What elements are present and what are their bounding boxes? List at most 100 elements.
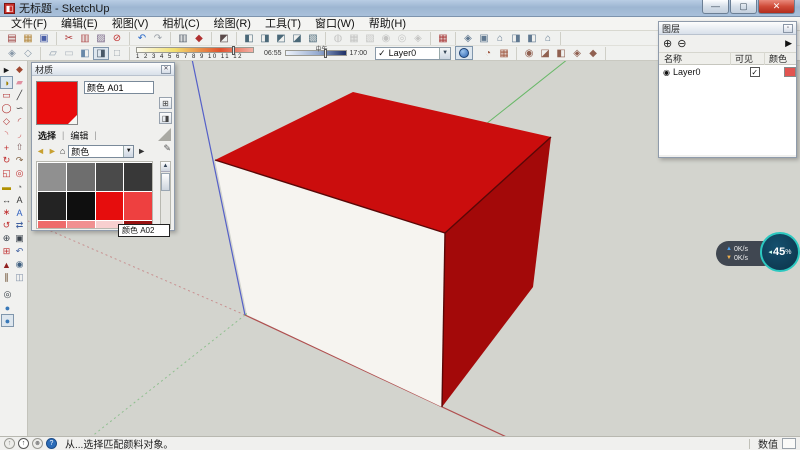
- tab-select[interactable]: 选择: [36, 129, 58, 142]
- camera-top-button[interactable]: ▣: [476, 32, 492, 45]
- circle-tool[interactable]: ◯: [0, 102, 13, 115]
- model-info-button[interactable]: ◆: [191, 32, 207, 45]
- share-component-button[interactable]: ▦: [435, 32, 451, 45]
- zoom-window-tool[interactable]: ▣: [13, 232, 26, 245]
- monochrome-style-button[interactable]: □: [109, 47, 125, 60]
- color-swatch[interactable]: [67, 163, 95, 191]
- add-detail-button[interactable]: ◈: [569, 47, 585, 60]
- hidden-line-style-button[interactable]: ▭: [61, 47, 77, 60]
- geolocation-icon[interactable]: ↑: [4, 438, 15, 449]
- offset-tool[interactable]: ◎: [13, 167, 26, 180]
- material-name-field[interactable]: [84, 81, 154, 94]
- shadow-date-slider[interactable]: 1 2 3 4 5 6 7 8 9 10 11 12: [136, 47, 254, 60]
- walk-tool[interactable]: ∥: [0, 271, 13, 284]
- new-button[interactable]: ▤: [4, 32, 20, 45]
- color-swatch[interactable]: [124, 163, 152, 191]
- redo-button[interactable]: ↷: [150, 32, 166, 45]
- create-material-button[interactable]: ⊞: [159, 97, 172, 109]
- color-swatch[interactable]: [38, 163, 66, 191]
- polygon-tool[interactable]: ◇: [0, 115, 13, 128]
- color-swatch[interactable]: [38, 192, 66, 220]
- 3d-text-tool[interactable]: A: [13, 206, 26, 219]
- xray-style-button[interactable]: ◈: [4, 47, 20, 60]
- color-swatch[interactable]: [96, 192, 124, 220]
- arc-3-tool[interactable]: ◞: [13, 128, 26, 141]
- arc-2-tool[interactable]: ◝: [0, 128, 13, 141]
- rotate-tool[interactable]: ↻: [0, 154, 13, 167]
- erase-button[interactable]: ⊘: [109, 32, 125, 45]
- earth-sphere-tool[interactable]: ●: [1, 301, 14, 314]
- freehand-tool[interactable]: ∽: [13, 102, 26, 115]
- camera-back-button[interactable]: ◧: [524, 32, 540, 45]
- look-around-tool[interactable]: ◉: [13, 258, 26, 271]
- earth-sphere-tool-2[interactable]: ●: [1, 314, 14, 327]
- copy-button[interactable]: ▥: [77, 32, 93, 45]
- eraser-tool[interactable]: ▰: [13, 76, 26, 89]
- help-icon[interactable]: ?: [46, 438, 57, 449]
- remove-layer-button[interactable]: ⊖: [677, 37, 686, 50]
- line-tool[interactable]: ╱: [13, 89, 26, 102]
- camera-front-button[interactable]: ⌂: [492, 32, 508, 45]
- layer-manager-button[interactable]: [455, 46, 473, 60]
- sample-paint-icon[interactable]: ✎: [163, 143, 171, 154]
- push-pull-tool[interactable]: ⇧: [13, 141, 26, 154]
- trim-button[interactable]: ▧: [305, 32, 321, 45]
- select-tool[interactable]: ►: [0, 63, 13, 76]
- camera-left-button[interactable]: ⌂: [540, 32, 556, 45]
- drape-button[interactable]: ◧: [553, 47, 569, 60]
- layers-detail-arrow-icon[interactable]: ▶: [785, 38, 792, 49]
- text-tool[interactable]: A: [13, 193, 26, 206]
- subtract-button[interactable]: ◪: [289, 32, 305, 45]
- color-swatch[interactable]: [124, 192, 152, 220]
- layers-restore-icon[interactable]: ▫: [783, 24, 793, 33]
- print-button[interactable]: ▥: [175, 32, 191, 45]
- maximize-button[interactable]: ▢: [730, 0, 757, 14]
- scroll-up-icon[interactable]: ▲: [161, 162, 170, 172]
- layer-visible-checkbox[interactable]: ✓: [750, 67, 760, 77]
- pan-tool[interactable]: ⇄: [13, 219, 26, 232]
- collection-dropdown[interactable]: 颜色 ▼: [68, 145, 134, 158]
- measurement-input[interactable]: [782, 438, 796, 449]
- axes-tool[interactable]: ∗: [0, 206, 13, 219]
- date-slider-handle[interactable]: [232, 46, 235, 55]
- menu-file[interactable]: 文件(F): [4, 17, 54, 31]
- union-button[interactable]: ◩: [273, 32, 289, 45]
- layer-row[interactable]: ◉Layer0✓: [659, 65, 796, 79]
- camera-iso-button[interactable]: ◈: [460, 32, 476, 45]
- paste-button[interactable]: ▨: [93, 32, 109, 45]
- orbit-tool[interactable]: ↺: [0, 219, 13, 232]
- outer-shell-button[interactable]: ◧: [241, 32, 257, 45]
- intersect-button[interactable]: ◨: [257, 32, 273, 45]
- secondary-pane-button[interactable]: ◨: [159, 112, 172, 124]
- color-swatch[interactable]: [96, 163, 124, 191]
- cut-button[interactable]: ✂: [61, 32, 77, 45]
- paint-bucket-tool[interactable]: ◑: [0, 76, 13, 89]
- section-plane-tool[interactable]: ◫: [13, 271, 26, 284]
- open-button[interactable]: ▦: [20, 32, 36, 45]
- materials-close-icon[interactable]: ✕: [161, 65, 171, 74]
- home-icon[interactable]: ⌂: [60, 146, 65, 156]
- menu-window[interactable]: 窗口(W): [308, 17, 362, 31]
- sign-in-icon[interactable]: ☻: [32, 438, 43, 449]
- tab-edit[interactable]: 编辑: [68, 129, 90, 142]
- follow-me-tool[interactable]: ↷: [13, 154, 26, 167]
- speed-ball[interactable]: ◂ 45 %: [760, 232, 800, 272]
- minimize-button[interactable]: —: [702, 0, 729, 14]
- scale-tool[interactable]: ◱: [0, 167, 13, 180]
- arc-tool[interactable]: ◜: [13, 115, 26, 128]
- zoom-extents-tool[interactable]: ⊞: [0, 245, 13, 258]
- wireframe-style-button[interactable]: ▱: [45, 47, 61, 60]
- close-button[interactable]: ✕: [758, 0, 795, 14]
- menu-tools[interactable]: 工具(T): [258, 17, 308, 31]
- menu-help[interactable]: 帮助(H): [362, 17, 413, 31]
- previous-view-tool[interactable]: ↶: [13, 245, 26, 258]
- position-camera-tool[interactable]: ▲: [0, 258, 13, 271]
- camera-target-tool[interactable]: ◎: [1, 288, 14, 301]
- from-contours-button[interactable]: ◔: [480, 47, 496, 60]
- camera-right-button[interactable]: ◨: [508, 32, 524, 45]
- layer-combo[interactable]: ✓ Layer0 ▼: [375, 47, 451, 60]
- stamp-button[interactable]: ◪: [537, 47, 553, 60]
- warehouse-button[interactable]: ◩: [216, 32, 232, 45]
- back-edges-style-button[interactable]: ◇: [20, 47, 36, 60]
- speed-widget[interactable]: ▲ 0K/s ▼ 0K/s ◂ 45 %: [714, 230, 800, 274]
